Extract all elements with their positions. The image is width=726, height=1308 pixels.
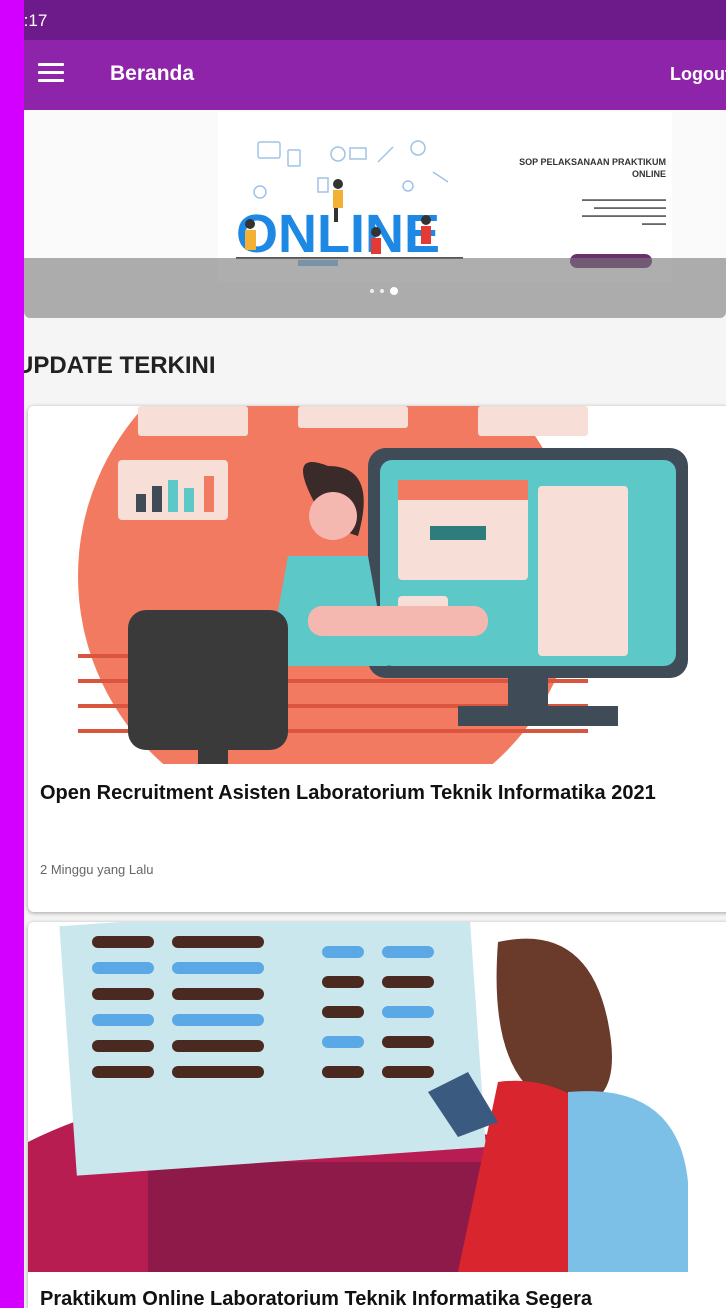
logout-button[interactable]: Logout bbox=[670, 64, 726, 85]
status-bar: 11:17 bbox=[24, 0, 726, 40]
carousel-dot[interactable] bbox=[380, 288, 384, 293]
news-time: 2 Minggu yang Lalu bbox=[40, 862, 154, 877]
banner-slide[interactable]: ONLINE SOP PELAKSANAAN PRAKTIKUM ONLINE … bbox=[218, 112, 672, 282]
section-title: UPDATE TERKINI bbox=[24, 352, 216, 379]
news-card[interactable]: Praktikum Online Laboratorium Teknik Inf… bbox=[28, 922, 726, 1308]
carousel-dot[interactable] bbox=[370, 288, 374, 293]
news-card[interactable]: Open Recruitment Asisten Laboratorium Te… bbox=[28, 406, 726, 912]
carousel-dot-active[interactable] bbox=[390, 286, 398, 295]
app-screen: 11:17 Beranda Logout bbox=[24, 0, 726, 1308]
news-image-praktikum bbox=[28, 922, 726, 1272]
banner-description: ▬▬▬▬▬▬▬▬▬▬▬▬▬▬ ▬▬▬▬▬▬▬▬▬▬▬▬ ▬▬▬▬▬▬▬▬▬▬▬▬▬▬… bbox=[582, 197, 666, 227]
carousel-indicators bbox=[370, 282, 404, 295]
page-title: Beranda bbox=[110, 62, 195, 85]
status-time: 11:17 bbox=[24, 11, 48, 30]
banner-online-word: ONLINE bbox=[236, 204, 440, 264]
news-title[interactable]: Open Recruitment Asisten Laboratorium Te… bbox=[40, 780, 700, 806]
news-title[interactable]: Praktikum Online Laboratorium Teknik Inf… bbox=[40, 1286, 700, 1308]
app-bar: Beranda Logout bbox=[24, 40, 726, 110]
hamburger-menu-icon[interactable] bbox=[38, 63, 64, 83]
news-image-recruitment bbox=[28, 406, 726, 764]
banner-headline: SOP PELAKSANAAN PRAKTIKUM ONLINE bbox=[519, 157, 666, 179]
